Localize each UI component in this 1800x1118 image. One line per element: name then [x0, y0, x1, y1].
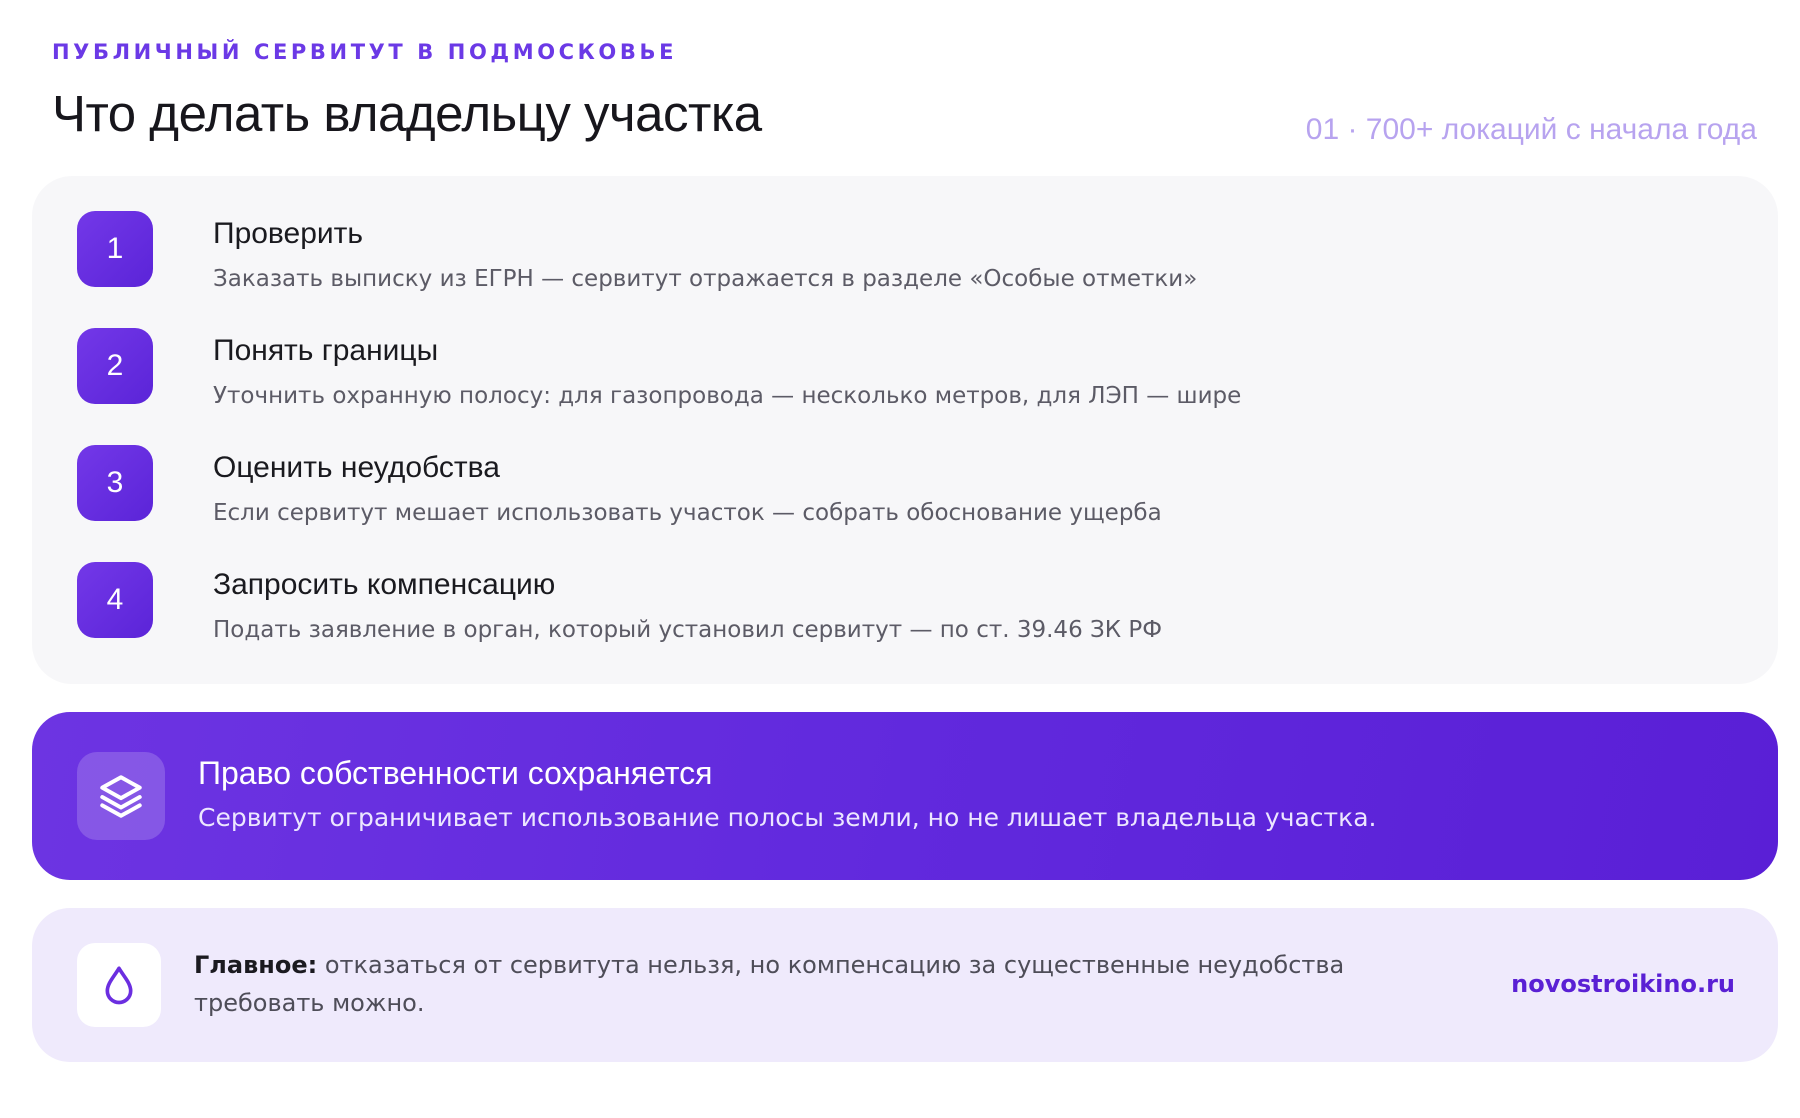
step-item: 3 Оценить неудобства Если сервитут мешае… [77, 445, 1677, 555]
main-point-body: отказаться от сервитута нельзя, но компе… [194, 951, 1345, 1017]
step-title: Оценить неудобства [213, 451, 500, 484]
step-item: 1 Проверить Заказать выписку из ЕГРН — с… [77, 211, 1677, 321]
section-eyebrow: ПУБЛИЧНЫЙ СЕРВИТУТ В ПОДМОСКОВЬЕ [52, 40, 678, 64]
step-item: 2 Понять границы Уточнить охранную полос… [77, 328, 1677, 438]
step-title: Проверить [213, 217, 364, 250]
step-title: Понять границы [213, 334, 439, 367]
step-number-badge: 3 [77, 445, 153, 521]
step-description: Подать заявление в орган, который устано… [213, 617, 1163, 643]
banner-title: Право собственности сохраняется [198, 755, 713, 791]
step-item: 4 Запросить компенсацию Подать заявление… [77, 562, 1677, 672]
main-point-text: Главное: отказаться от сервитута нельзя,… [194, 946, 1434, 1022]
step-description: Если сервитут мешает использовать участо… [213, 500, 1162, 526]
steps-card: 1 Проверить Заказать выписку из ЕГРН — с… [32, 176, 1778, 684]
main-point-card: Главное: отказаться от сервитута нельзя,… [32, 908, 1778, 1062]
brand-link[interactable]: novostroikino.ru [1511, 970, 1735, 998]
step-description: Уточнить охранную полосу: для газопровод… [213, 383, 1242, 409]
ownership-banner: Право собственности сохраняется Сервитут… [32, 712, 1778, 880]
main-point-label: Главное: [194, 951, 318, 979]
droplet-icon [77, 943, 161, 1027]
step-number-badge: 1 [77, 211, 153, 287]
banner-text: Сервитут ограничивает использование поло… [198, 803, 1377, 832]
layers-icon [77, 752, 165, 840]
step-number-badge: 4 [77, 562, 153, 638]
page-title: Что делать владельцу участка [52, 85, 762, 142]
step-title: Запросить компенсацию [213, 568, 556, 601]
step-number-badge: 2 [77, 328, 153, 404]
header-meta: 01 · 700+ локаций с начала года [1305, 113, 1757, 146]
step-description: Заказать выписку из ЕГРН — сервитут отра… [213, 266, 1198, 292]
